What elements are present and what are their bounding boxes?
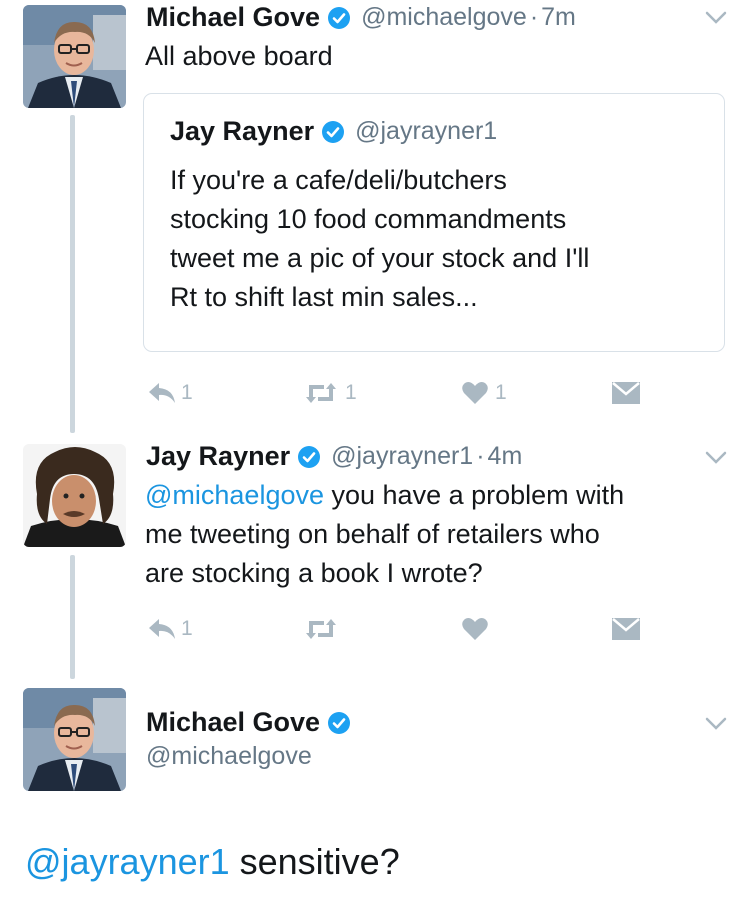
quoted-author-name: Jay Rayner [170, 116, 315, 146]
tweet-text-fragment: sensitive? [229, 841, 400, 882]
verified-badge-icon [327, 711, 351, 735]
avatar-jay-rayner[interactable] [23, 444, 126, 547]
direct-message-button[interactable] [611, 381, 641, 405]
retweet-button[interactable]: 1 [303, 380, 357, 406]
time-separator: · [529, 3, 539, 31]
time-separator: · [476, 442, 485, 470]
tweet-2-header: Jay Rayner @jayrayner1 · 4m [146, 441, 522, 472]
tweet-3-header: Michael Gove [146, 707, 351, 738]
tweet-text: @jayrayner1 sensitive? [25, 841, 400, 883]
chevron-down-icon[interactable] [705, 451, 727, 465]
retweet-icon [306, 619, 336, 639]
quoted-author-handle: @jayrayner1 [355, 117, 498, 145]
verified-badge-icon [327, 6, 351, 30]
reply-count: 1 [181, 381, 193, 404]
verified-badge-icon [297, 445, 321, 469]
quoted-text-line: stocking 10 food commandments [170, 204, 567, 234]
tweet-text: @michaelgove you have a problem with me … [145, 476, 624, 593]
like-button[interactable]: 1 [461, 380, 507, 406]
chevron-down-icon[interactable] [705, 717, 727, 731]
reply-button[interactable]: 1 [147, 616, 193, 642]
author-handle[interactable]: @michaelgove [361, 3, 527, 32]
author-handle[interactable]: @michaelgove [146, 742, 312, 771]
quoted-text-line: tweet me a pic of your stock and I'll [170, 243, 590, 273]
reply-button[interactable]: 1 [147, 380, 193, 406]
avatar-michael-gove[interactable] [23, 688, 126, 791]
tweet-text-line: are stocking a book I wrote? [145, 558, 483, 588]
tweet-text-line: me tweeting on behalf of retailers who [145, 519, 600, 549]
quoted-tweet-card[interactable]: Jay Rayner @jayrayner1 If you're a cafe/… [143, 93, 725, 352]
direct-message-icon [612, 382, 640, 404]
quoted-text-line: If you're a cafe/deli/butchers [170, 165, 507, 195]
quoted-tweet-text: If you're a cafe/deli/butchers stocking … [170, 161, 589, 317]
tweet-text: All above board [145, 41, 333, 71]
reply-icon [149, 383, 175, 403]
thread-line-1 [70, 115, 75, 433]
quoted-text-line: Rt to shift last min sales... [170, 282, 478, 312]
mention-link[interactable]: @jayrayner1 [25, 841, 230, 882]
author-handle[interactable]: @jayrayner1 [331, 442, 473, 471]
author-name[interactable]: Michael Gove [146, 707, 320, 738]
tweet-timestamp[interactable]: 7m [541, 3, 576, 32]
thread-line-2 [70, 555, 75, 679]
reply-count: 1 [181, 617, 193, 640]
author-name[interactable]: Michael Gove [146, 2, 320, 33]
author-name[interactable]: Jay Rayner [146, 441, 290, 472]
quoted-tweet-header: Jay Rayner @jayrayner1 [170, 116, 497, 147]
chevron-down-icon[interactable] [705, 11, 727, 25]
like-button[interactable] [461, 616, 489, 642]
verified-badge-icon [321, 120, 345, 144]
direct-message-icon [612, 618, 640, 640]
heart-icon [462, 382, 488, 404]
like-count: 1 [495, 381, 507, 404]
retweet-count: 1 [345, 381, 357, 404]
avatar-michael-gove[interactable] [23, 5, 126, 108]
heart-icon [462, 618, 488, 640]
reply-icon [149, 619, 175, 639]
tweet-1-header: Michael Gove @michaelgove · 7m [146, 2, 576, 33]
tweet-text-fragment: you have a problem with [324, 480, 625, 510]
direct-message-button[interactable] [611, 617, 641, 641]
retweet-button[interactable] [303, 616, 339, 642]
retweet-icon [306, 383, 336, 403]
tweet-text-line: @michaelgove you have a problem with [145, 476, 624, 515]
mention-link[interactable]: @michaelgove [145, 480, 324, 510]
tweet-timestamp[interactable]: 4m [488, 442, 523, 471]
